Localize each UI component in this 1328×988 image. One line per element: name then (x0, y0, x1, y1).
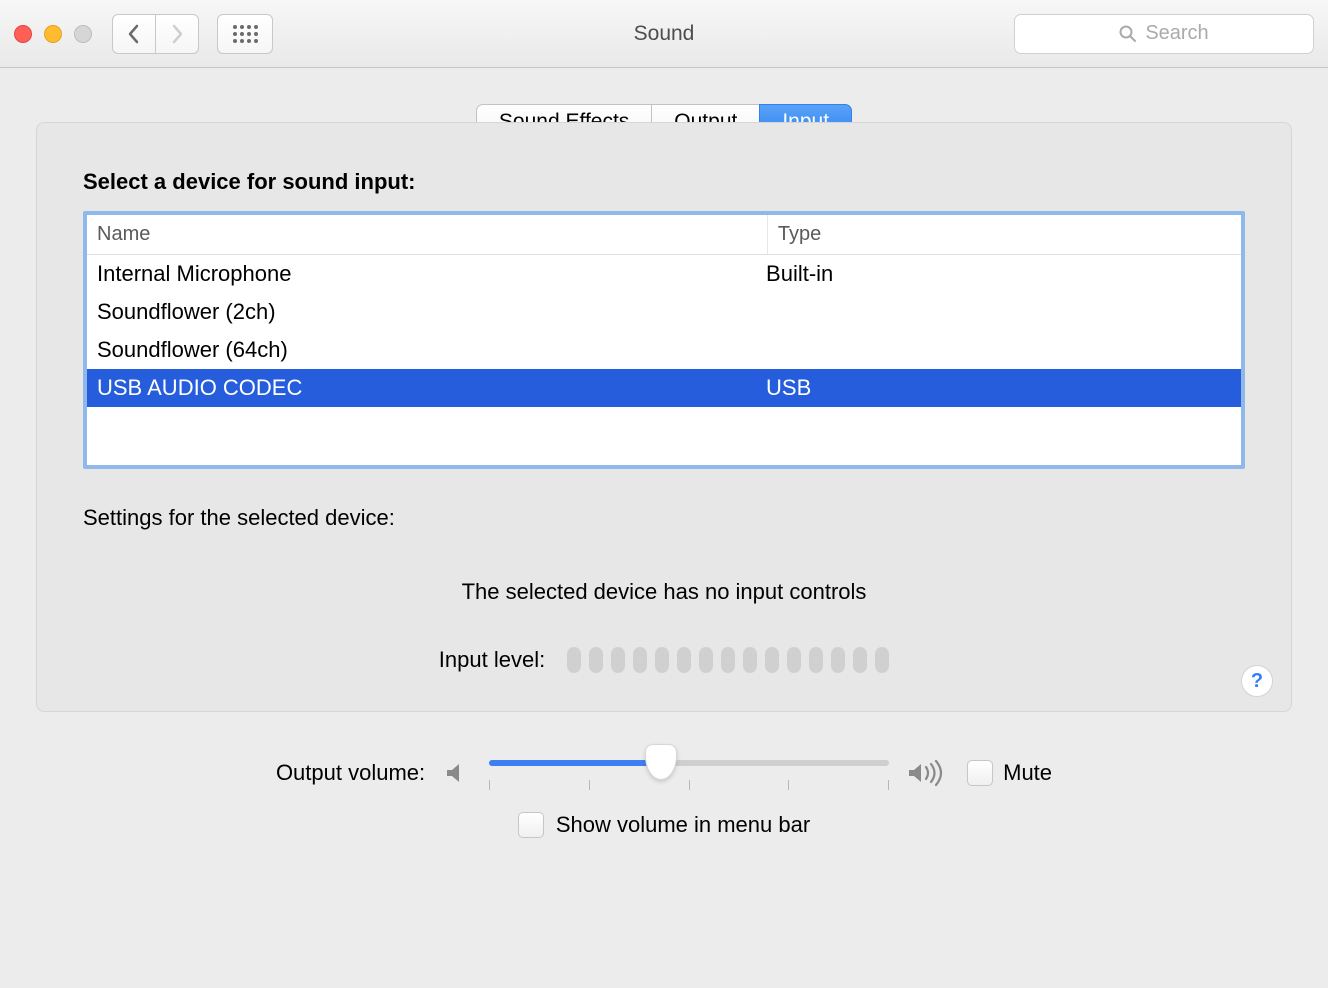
window-controls (14, 25, 92, 43)
column-header-name[interactable]: Name (87, 215, 768, 254)
window-title: Sound (634, 22, 695, 46)
show-in-menubar-label: Show volume in menu bar (556, 812, 810, 838)
search-placeholder: Search (1145, 22, 1208, 45)
level-segment (787, 647, 801, 673)
device-type (766, 337, 1231, 363)
level-segment (677, 647, 691, 673)
level-segment (831, 647, 845, 673)
show-all-button[interactable] (217, 14, 273, 54)
minimize-window-button[interactable] (44, 25, 62, 43)
device-list-header: Name Type (87, 215, 1241, 255)
search-input[interactable]: Search (1014, 14, 1314, 54)
mute-checkbox[interactable] (967, 760, 993, 786)
content: Sound Effects Output Input Select a devi… (0, 68, 1328, 858)
speaker-low-icon (443, 759, 471, 787)
level-segment (699, 647, 713, 673)
device-name: Soundflower (64ch) (97, 337, 766, 363)
back-button[interactable] (112, 14, 156, 54)
device-rows: Internal MicrophoneBuilt-inSoundflower (… (87, 255, 1241, 465)
level-segment (567, 647, 581, 673)
titlebar: Sound Search (0, 0, 1328, 68)
nav-buttons (112, 14, 199, 54)
column-header-type[interactable]: Type (768, 215, 1241, 254)
level-segment (611, 647, 625, 673)
mute-label: Mute (1003, 760, 1052, 786)
output-volume-label: Output volume: (276, 760, 425, 786)
level-segment (809, 647, 823, 673)
help-button[interactable]: ? (1241, 665, 1273, 697)
device-name: Soundflower (2ch) (97, 299, 766, 325)
forward-button (155, 14, 199, 54)
slider-knob[interactable] (645, 744, 677, 780)
level-segment (589, 647, 603, 673)
level-segment (743, 647, 757, 673)
device-list: Name Type Internal MicrophoneBuilt-inSou… (83, 211, 1245, 469)
output-volume-row: Output volume: Mute (36, 756, 1292, 790)
level-segment (765, 647, 779, 673)
level-segment (875, 647, 889, 673)
level-segment (633, 647, 647, 673)
device-name: Internal Microphone (97, 261, 766, 287)
device-row[interactable]: Soundflower (2ch) (87, 293, 1241, 331)
input-level-row: Input level: (83, 647, 1245, 673)
no-input-controls-text: The selected device has no input control… (83, 579, 1245, 605)
show-in-menubar-row: Show volume in menu bar (36, 812, 1292, 838)
help-icon: ? (1251, 670, 1263, 693)
speaker-high-icon (907, 759, 949, 787)
device-list-heading: Select a device for sound input: (83, 169, 1245, 195)
show-in-menubar-checkbox[interactable] (518, 812, 544, 838)
close-window-button[interactable] (14, 25, 32, 43)
input-level-label: Input level: (439, 647, 545, 673)
device-type: Built-in (766, 261, 1231, 287)
device-row[interactable]: Internal MicrophoneBuilt-in (87, 255, 1241, 293)
output-volume-slider[interactable] (489, 756, 889, 790)
level-segment (655, 647, 669, 673)
settings-heading: Settings for the selected device: (83, 505, 1245, 531)
level-segment (853, 647, 867, 673)
device-type (766, 299, 1231, 325)
device-type: USB (766, 375, 1231, 401)
search-icon (1119, 25, 1137, 43)
device-row[interactable]: Soundflower (64ch) (87, 331, 1241, 369)
grid-icon (232, 24, 258, 44)
device-row[interactable]: USB AUDIO CODECUSB (87, 369, 1241, 407)
input-panel: Select a device for sound input: Name Ty… (36, 122, 1292, 712)
input-level-meter (567, 647, 889, 673)
zoom-window-button (74, 25, 92, 43)
mute-control: Mute (967, 760, 1052, 786)
level-segment (721, 647, 735, 673)
device-name: USB AUDIO CODEC (97, 375, 766, 401)
